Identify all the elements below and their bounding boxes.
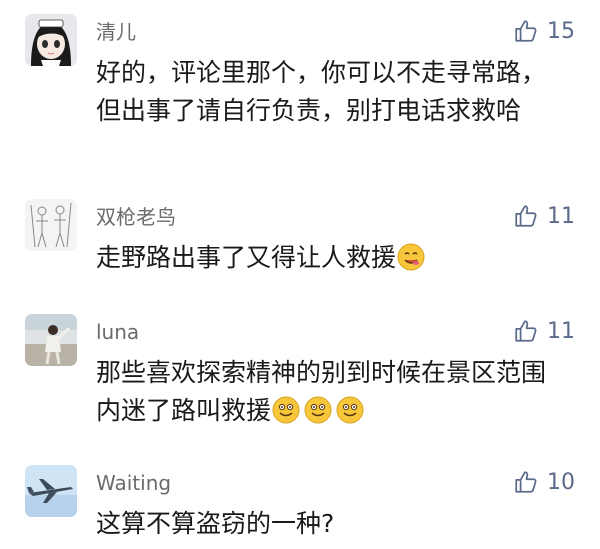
comment-item: 双枪老鸟 11 走野路出事了又得让人救援 [0,199,600,289]
like-count: 11 [547,203,575,229]
thumbs-up-icon [515,320,537,342]
thumbs-up-icon [515,20,537,42]
like-button[interactable]: 10 [513,467,575,497]
smile-face-icon [271,395,301,425]
comment-text-content: 这算不算盗窃的一种? [96,509,335,538]
comment-item: luna 11 那些喜欢探索精神的别到时候在景区范围内迷了路叫救援 [0,314,600,434]
like-button[interactable]: 11 [513,201,575,231]
thumbs-up-icon [515,205,537,227]
username[interactable]: luna [96,318,139,346]
person-photo-avatar-icon [25,314,77,366]
avatar[interactable] [25,465,77,517]
avatar[interactable] [25,314,77,366]
comment-item: 清儿 15 好的，评论里那个，你可以不走寻常路，但出事了请自行负责，别打电话求救… [0,14,600,164]
comment-text: 那些喜欢探索精神的别到时候在景区范围内迷了路叫救援 [96,354,566,430]
anime-girl-avatar-icon [25,14,77,66]
like-button[interactable]: 15 [513,16,575,46]
like-count: 11 [547,318,575,344]
thumbs-up-icon [515,471,537,493]
avatar[interactable] [25,199,77,251]
comment-item: Waiting 10 这算不算盗窃的一种? [0,465,600,549]
username[interactable]: 双枪老鸟 [96,203,176,231]
smile-face-icon [335,395,365,425]
comment-text-content: 走野路出事了又得让人救援 [96,243,397,272]
username[interactable]: 清儿 [96,18,136,46]
statue-sketch-avatar-icon [25,199,77,251]
comment-text-content: 好的，评论里那个，你可以不走寻常路，但出事了请自行负责，别打电话求救哈 [96,58,547,125]
like-count: 15 [547,18,575,44]
like-count: 10 [547,469,575,495]
airplane-photo-avatar-icon [25,465,77,517]
yummy-face-icon [396,242,426,272]
comment-text: 好的，评论里那个，你可以不走寻常路，但出事了请自行负责，别打电话求救哈 [96,54,566,130]
comment-text: 这算不算盗窃的一种? [96,505,566,543]
username[interactable]: Waiting [96,469,171,497]
smile-face-icon [303,395,333,425]
like-button[interactable]: 11 [513,316,575,346]
avatar[interactable] [25,14,77,66]
comment-text: 走野路出事了又得让人救援 [96,239,566,277]
